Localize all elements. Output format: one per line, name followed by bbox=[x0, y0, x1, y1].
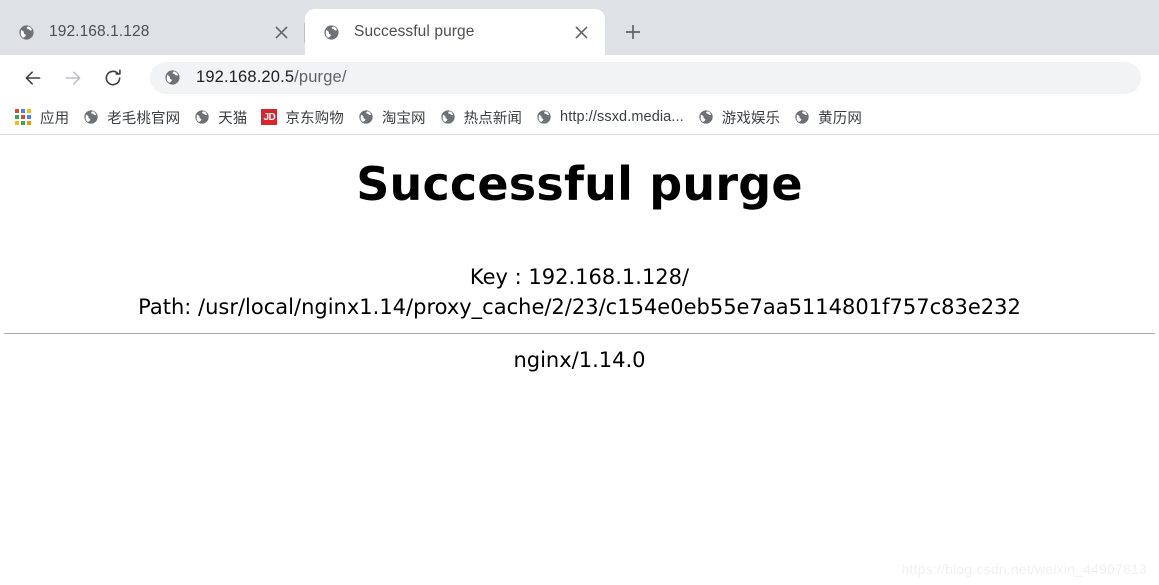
bookmark-label: 天猫 bbox=[218, 110, 248, 127]
watermark: https://blog.csdn.net/weixin_44907813 bbox=[901, 561, 1147, 577]
bookmark-label: 黄历网 bbox=[818, 110, 862, 127]
bookmark-games[interactable]: 游戏娱乐 bbox=[691, 104, 787, 130]
jd-icon: JD bbox=[261, 109, 278, 125]
globe-icon bbox=[18, 24, 35, 41]
tab-title: Successful purge bbox=[354, 23, 475, 40]
bookmark-ssxd-media[interactable]: http://ssxd.media... bbox=[529, 104, 691, 130]
address-bar[interactable]: 192.168.20.5/purge/ bbox=[150, 61, 1141, 94]
arrow-right-icon bbox=[65, 70, 81, 85]
server-signature: nginx/1.14.0 bbox=[513, 347, 646, 372]
bookmark-taobao[interactable]: 淘宝网 bbox=[351, 104, 433, 130]
bookmark-label: 淘宝网 bbox=[381, 110, 426, 127]
cache-path-line: Path: /usr/local/nginx1.14/proxy_cache/2… bbox=[138, 294, 1021, 319]
arrow-left-icon bbox=[25, 70, 41, 85]
bookmarks-bar: 应用 老毛桃官网 天猫 JD 京东购物 淘宝网 热点新闻 http://ssxd… bbox=[0, 100, 1159, 135]
plus-icon bbox=[626, 25, 640, 39]
browser-window: 192.168.1.128 Successful purge 192.168.2… bbox=[0, 0, 1159, 585]
tab-strip: 192.168.1.128 Successful purge bbox=[0, 0, 1159, 55]
bookmark-laomaotao[interactable]: 老毛桃官网 bbox=[76, 104, 187, 130]
globe-icon bbox=[194, 109, 210, 125]
bookmark-label: 老毛桃官网 bbox=[107, 110, 181, 127]
bookmark-label: 热点新闻 bbox=[463, 110, 523, 127]
bookmark-tmall[interactable]: 天猫 bbox=[187, 104, 254, 130]
forward-button[interactable] bbox=[56, 61, 90, 95]
bookmark-huangliwang[interactable]: 黄历网 bbox=[787, 104, 869, 130]
bookmark-hot-news[interactable]: 热点新闻 bbox=[433, 104, 529, 130]
tab-192-168-1-128[interactable]: 192.168.1.128 bbox=[0, 9, 305, 55]
reload-icon bbox=[105, 68, 121, 85]
reload-button[interactable] bbox=[96, 61, 130, 95]
bookmark-label: 京东购物 bbox=[285, 110, 344, 127]
new-tab-button[interactable] bbox=[613, 12, 653, 52]
url-host: 192.168.20.5 bbox=[196, 68, 295, 86]
close-icon[interactable] bbox=[269, 20, 293, 44]
globe-icon bbox=[83, 109, 99, 125]
globe-icon bbox=[794, 109, 810, 125]
tab-successful-purge[interactable]: Successful purge bbox=[305, 9, 605, 55]
address-bar-text: 192.168.20.5/purge/ bbox=[196, 68, 347, 87]
close-icon[interactable] bbox=[569, 20, 593, 44]
url-path: /purge/ bbox=[294, 68, 347, 86]
tab-title: 192.168.1.128 bbox=[49, 23, 150, 40]
globe-icon bbox=[536, 109, 552, 125]
bookmark-label: http://ssxd.media... bbox=[560, 109, 684, 125]
bookmark-label: 应用 bbox=[40, 110, 70, 127]
globe-icon bbox=[358, 109, 374, 125]
page-viewport: Successful purge Key : 192.168.1.128/ Pa… bbox=[0, 135, 1159, 585]
bookmark-label: 游戏娱乐 bbox=[721, 110, 781, 127]
cache-key-line: Key : 192.168.1.128/ bbox=[469, 265, 690, 289]
back-button[interactable] bbox=[16, 61, 50, 95]
purge-details: Key : 192.168.1.128/ Path: /usr/local/ng… bbox=[0, 211, 1159, 323]
bookmark-jd[interactable]: JD 京东购物 bbox=[254, 104, 350, 130]
page-title: Successful purge bbox=[356, 157, 803, 211]
browser-toolbar: 192.168.20.5/purge/ bbox=[0, 55, 1159, 100]
globe-icon bbox=[440, 109, 456, 125]
globe-icon bbox=[164, 69, 181, 86]
globe-icon bbox=[698, 109, 714, 125]
globe-icon bbox=[323, 24, 340, 41]
bookmark-apps[interactable]: 应用 bbox=[8, 104, 76, 130]
apps-grid-icon bbox=[15, 109, 31, 125]
